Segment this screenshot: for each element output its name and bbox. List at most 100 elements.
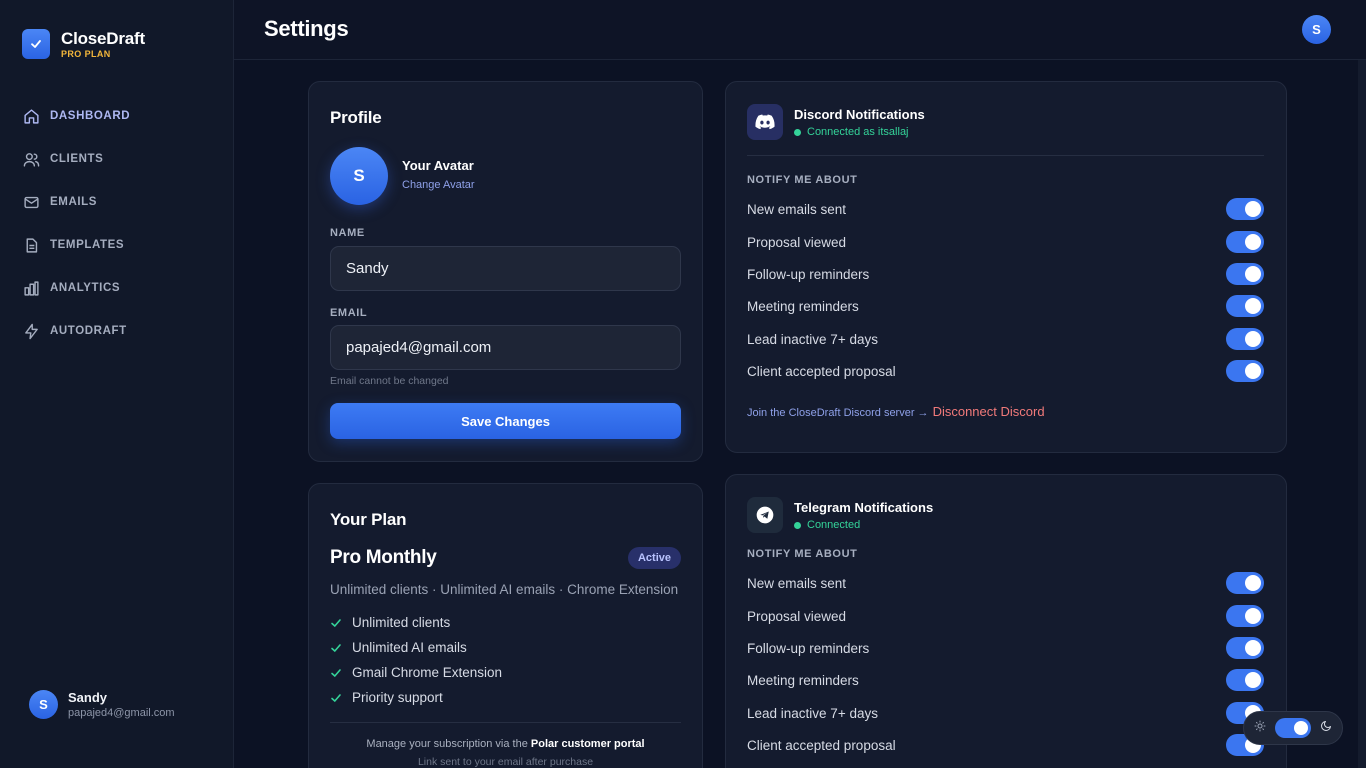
header-avatar[interactable]: S [1302, 15, 1331, 44]
sidebar-item-autodraft[interactable]: AUTODRAFT [22, 319, 130, 343]
pref-label: New emails sent [747, 575, 847, 591]
plan-title: Your Plan [330, 510, 407, 529]
status-text: Connected [807, 519, 861, 531]
header: Settings S [234, 0, 1366, 60]
discord-icon [747, 104, 783, 140]
name-field[interactable]: Sandy [330, 246, 681, 291]
pref-label: Meeting reminders [747, 298, 859, 314]
disconnect-discord-button[interactable]: Disconnect Discord [933, 404, 1045, 419]
checkbox-logo-icon [22, 29, 50, 59]
check-icon [330, 692, 343, 704]
meeting-reminders-toggle[interactable] [1226, 295, 1264, 317]
pref-row: Client accepted proposal [747, 733, 1264, 757]
check-icon [330, 642, 343, 654]
polar-portal-link[interactable]: Polar customer portal [531, 738, 645, 750]
brand[interactable]: CloseDraft PRO PLAN [22, 29, 145, 59]
theme-toggle[interactable] [1275, 718, 1311, 738]
pref-label: Lead inactive 7+ days [747, 331, 878, 347]
notify-label: NOTIFY ME ABOUT [747, 174, 858, 186]
sidebar: CloseDraft PRO PLAN DASHBOARD CLIENTS EM… [0, 0, 234, 768]
manage-subscription-text: Manage your subscription via the Polar c… [309, 738, 702, 750]
feature-label: Unlimited clients [352, 615, 451, 630]
profile-avatar[interactable]: S [330, 147, 388, 205]
scrollbar[interactable] [1358, 60, 1366, 768]
check-icon [330, 617, 343, 629]
discord-status: Connected as itsallaj [794, 126, 909, 138]
lightning-icon [22, 322, 40, 340]
status-dot-icon [794, 521, 801, 529]
save-changes-button[interactable]: Save Changes [330, 403, 681, 439]
divider [330, 722, 681, 723]
pref-row: Client accepted proposal [747, 359, 1264, 383]
sidebar-item-label: EMAILS [50, 196, 98, 208]
pref-row: Lead inactive 7+ days [747, 701, 1264, 725]
profile-card: Profile S Your Avatar Change Avatar NAME… [308, 81, 703, 462]
profile-title: Profile [330, 108, 382, 127]
client-accepted-toggle[interactable] [1226, 360, 1264, 382]
lead-inactive-toggle[interactable] [1226, 328, 1264, 350]
moon-icon [1320, 719, 1332, 737]
sidebar-item-analytics[interactable]: ANALYTICS [22, 276, 130, 300]
telegram-icon [747, 497, 783, 533]
telegram-title: Telegram Notifications [794, 500, 934, 515]
pref-label: Client accepted proposal [747, 737, 896, 753]
email-label: EMAIL [330, 307, 368, 319]
sidebar-item-emails[interactable]: EMAILS [22, 190, 130, 214]
pref-row: Meeting reminders [747, 668, 1264, 692]
user-card[interactable]: S Sandy papajed4@gmail.com [29, 690, 175, 719]
pref-label: Client accepted proposal [747, 363, 896, 379]
sidebar-item-label: DASHBOARD [50, 110, 131, 122]
users-icon [22, 150, 40, 168]
pref-row: New emails sent [747, 197, 1264, 221]
name-label: NAME [330, 227, 365, 239]
feature-label: Unlimited AI emails [352, 640, 467, 655]
follow-up-toggle[interactable] [1226, 263, 1264, 285]
sidebar-item-label: TEMPLATES [50, 239, 125, 251]
email-hint: Email cannot be changed [330, 375, 449, 387]
divider [747, 155, 1264, 156]
manage-note: Link sent to your email after purchase [417, 756, 594, 768]
pref-row: Follow-up reminders [747, 636, 1264, 660]
new-emails-toggle[interactable] [1226, 572, 1264, 594]
pref-row: Meeting reminders [747, 294, 1264, 318]
telegram-card: Telegram Notifications Connected NOTIFY … [725, 474, 1287, 768]
sun-icon [1254, 719, 1266, 737]
page-title: Settings [264, 16, 349, 41]
check-icon [330, 667, 343, 679]
pref-label: Proposal viewed [747, 608, 847, 624]
discord-links: Join the CloseDraft Discord server → Dis… [747, 404, 1045, 419]
pref-row: Proposal viewed [747, 230, 1264, 254]
sidebar-item-dashboard[interactable]: DASHBOARD [22, 104, 130, 128]
pref-label: Follow-up reminders [747, 640, 870, 656]
discord-card: Discord Notifications Connected as itsal… [725, 81, 1287, 453]
status-text: Connected as itsallaj [807, 126, 909, 138]
mail-icon [22, 193, 40, 211]
brand-name: CloseDraft [61, 28, 145, 48]
home-icon [22, 107, 40, 125]
bar-chart-icon [22, 279, 40, 297]
avatar-label: Your Avatar [402, 158, 474, 173]
join-discord-link[interactable]: Join the CloseDraft Discord server → [747, 407, 929, 419]
plan-feature: Priority support [330, 690, 443, 705]
status-dot-icon [794, 128, 801, 136]
proposal-viewed-toggle[interactable] [1226, 605, 1264, 627]
email-field[interactable]: papajed4@gmail.com [330, 325, 681, 370]
change-avatar-link[interactable]: Change Avatar [402, 179, 475, 191]
proposal-viewed-toggle[interactable] [1226, 231, 1264, 253]
pref-label: New emails sent [747, 201, 847, 217]
meeting-reminders-toggle[interactable] [1226, 669, 1264, 691]
sidebar-item-clients[interactable]: CLIENTS [22, 147, 130, 171]
theme-switch[interactable] [1243, 711, 1343, 745]
sidebar-nav: DASHBOARD CLIENTS EMAILS TEMPLATES ANALY… [22, 104, 130, 362]
follow-up-toggle[interactable] [1226, 637, 1264, 659]
pref-row: Lead inactive 7+ days [747, 327, 1264, 351]
feature-label: Gmail Chrome Extension [352, 665, 503, 680]
notify-label: NOTIFY ME ABOUT [747, 548, 858, 560]
plan-card: Your Plan Pro Monthly Active Unlimited c… [308, 483, 703, 768]
plan-feature: Unlimited clients [330, 615, 450, 630]
plan-label: PRO PLAN [61, 48, 111, 59]
plan-summary: Unlimited clients · Unlimited AI emails … [330, 582, 679, 597]
sidebar-item-templates[interactable]: TEMPLATES [22, 233, 130, 257]
sidebar-item-label: ANALYTICS [50, 282, 121, 294]
new-emails-toggle[interactable] [1226, 198, 1264, 220]
